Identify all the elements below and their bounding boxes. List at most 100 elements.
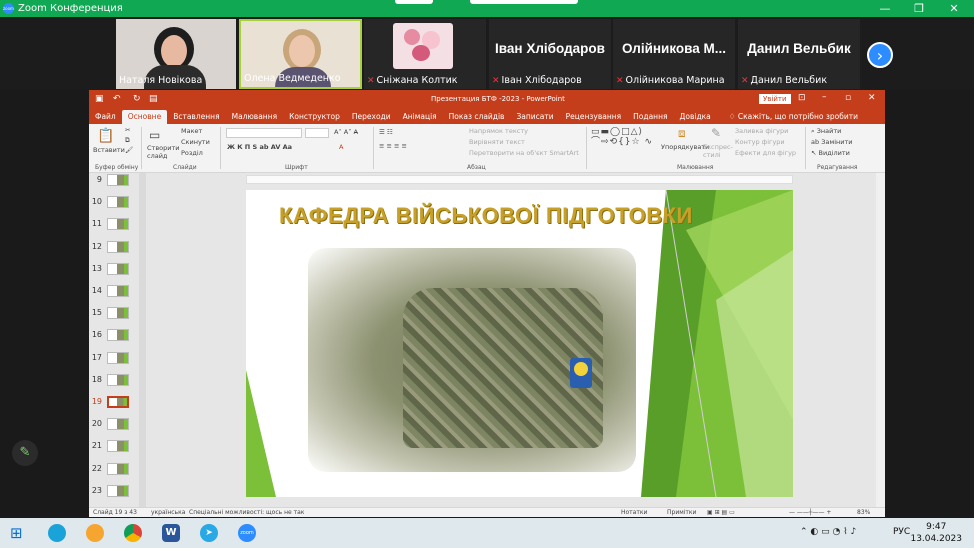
tab-design[interactable]: Конструктор — [283, 110, 346, 124]
tray-icons[interactable]: ⌃ ◐ ▭ ◔ ⌇ ♪ — [800, 527, 856, 537]
tab-insert[interactable]: Вставлення — [167, 110, 225, 124]
tab-draw[interactable]: Малювання — [226, 110, 284, 124]
slide-thumbnail[interactable] — [107, 373, 129, 386]
tab-review[interactable]: Рецензування — [560, 110, 628, 124]
new-slide-icon[interactable]: ▭ — [149, 128, 160, 142]
paste-button[interactable]: Вставити — [93, 146, 125, 154]
participant-tile-active-speaker[interactable]: Олена Ведмеденко — [239, 19, 362, 89]
edge-icon[interactable] — [48, 524, 66, 542]
minimize-button[interactable]: — — [871, 0, 899, 17]
font-color-icon[interactable]: A — [339, 143, 343, 151]
present-icon[interactable]: ▤ — [149, 94, 158, 104]
ppt-close-button[interactable]: ✕ — [868, 93, 876, 103]
tab-view[interactable]: Подання — [627, 110, 673, 124]
font-format-icons[interactable]: Ж К П S ab AV Aa — [227, 143, 292, 151]
slide-scrollbar[interactable] — [876, 173, 885, 507]
participant-tile[interactable]: ✕ Сніжана Колтик — [364, 19, 486, 89]
undo-icon[interactable]: ↶ — [113, 94, 121, 104]
slide-thumbnail[interactable] — [107, 329, 129, 342]
slide-title[interactable]: КАФЕДРА ВІЙСЬКОВОЇ ПІДГОТОВКИ — [279, 203, 693, 229]
accessibility-status[interactable]: Спеціальні можливості: щось не так — [189, 508, 304, 518]
zoom-level[interactable]: 83% — [857, 508, 870, 518]
copy-icon[interactable]: ⧉ — [125, 136, 130, 145]
text-direction-button[interactable]: Напрямок тексту — [469, 127, 528, 135]
ppt-maximize-button[interactable]: ▫ — [845, 93, 851, 103]
comments-button[interactable]: Примітки — [667, 508, 696, 518]
tab-slideshow[interactable]: Показ слайдів — [443, 110, 511, 124]
slide-canvas[interactable]: КАФЕДРА ВІЙСЬКОВОЇ ПІДГОТОВКИ — [246, 190, 793, 497]
find-button[interactable]: ⌕ Знайти — [811, 127, 841, 136]
tell-me-search[interactable]: ♢ Скажіть, що потрібно зробити — [723, 110, 864, 124]
align-icons[interactable]: ≡ ≡ ≡ ≡ — [379, 142, 407, 150]
zoom-app-icon[interactable]: zoom — [238, 524, 256, 542]
shape-fill-button[interactable]: Заливка фігури — [735, 127, 788, 135]
browser-icon[interactable] — [86, 524, 104, 542]
select-button[interactable]: ↖ Виділити — [811, 149, 850, 157]
quick-styles-button[interactable]: Експрес-стилі — [703, 143, 733, 159]
slide-thumbnail[interactable] — [107, 196, 129, 209]
telegram-icon[interactable]: ➤ — [200, 524, 218, 542]
cut-icon[interactable]: ✂ — [125, 126, 130, 134]
tab-file[interactable]: Файл — [89, 110, 122, 124]
slide-thumbnail[interactable] — [107, 351, 129, 364]
input-language[interactable]: РУС — [893, 527, 910, 537]
format-painter-icon[interactable]: 🖌 — [125, 146, 133, 154]
align-text-button[interactable]: Вирівняти текст — [469, 138, 525, 146]
participant-tile[interactable]: Іван Хлібодаров ✕ Іван Хлібодаров — [489, 19, 611, 89]
participant-tile[interactable]: Олійникова М... ✕ Олійникова Марина — [613, 19, 735, 89]
smartart-button[interactable]: Перетворити на об'єкт SmartArt — [469, 149, 579, 157]
bullets-icon[interactable]: ☰ ☷ — [379, 128, 393, 136]
font-size-input[interactable] — [305, 128, 329, 138]
slide-thumbnail[interactable] — [107, 396, 129, 408]
shape-effects-button[interactable]: Ефекти для фігур — [735, 149, 796, 157]
tab-record[interactable]: Записати — [510, 110, 559, 124]
new-slide-button[interactable]: Створити слайд — [147, 144, 181, 160]
ribbon-display-icon[interactable]: ⊡ — [798, 93, 806, 103]
save-icon[interactable]: ▣ — [95, 94, 104, 104]
reset-button[interactable]: Скинути — [181, 138, 210, 146]
notes-button[interactable]: Нотатки — [621, 508, 647, 518]
next-page-button[interactable]: › — [867, 42, 893, 68]
slide-thumbnail[interactable] — [107, 484, 129, 497]
close-button[interactable]: ✕ — [940, 0, 968, 17]
shape-outline-button[interactable]: Контур фігури — [735, 138, 785, 146]
section-button[interactable]: Розділ — [181, 149, 203, 157]
view-tab-indicator[interactable] — [470, 0, 578, 4]
slide-thumbnail[interactable] — [107, 262, 129, 275]
language-indicator[interactable]: українська — [151, 508, 185, 518]
ppt-minimize-button[interactable]: – — [822, 92, 827, 102]
view-buttons[interactable]: ▣ ⊞ ▤ ▭ — [707, 508, 735, 518]
layout-button[interactable]: Макет — [181, 127, 202, 135]
font-grow-shrink-icons[interactable]: A˄ A˅ A̶ — [334, 128, 358, 136]
soldiers-photo[interactable] — [308, 248, 636, 472]
arrange-icon[interactable]: ⧈ — [678, 126, 686, 141]
tab-animations[interactable]: Анімація — [397, 110, 443, 124]
replace-button[interactable]: ab Замінити — [811, 138, 853, 146]
slide-thumbnail[interactable] — [107, 418, 129, 431]
slide-thumbnail[interactable] — [107, 307, 129, 320]
slide-thumbnail[interactable] — [107, 285, 129, 297]
shapes-gallery[interactable]: ▭▬◯□△⟩ ⌒⇨⟲{}☆ ∿ — [591, 127, 653, 147]
maximize-button[interactable]: ❐ — [905, 0, 933, 17]
slide-thumbnail[interactable] — [107, 174, 129, 186]
start-icon[interactable]: ⊞ — [10, 524, 28, 542]
view-tab-indicator[interactable] — [395, 0, 433, 4]
chrome-icon[interactable] — [124, 524, 142, 542]
tab-transitions[interactable]: Переходи — [346, 110, 397, 124]
tab-home[interactable]: Основне — [121, 110, 168, 124]
slide-thumbnail[interactable] — [107, 440, 129, 453]
system-clock[interactable]: 9:47 13.04.2023 — [910, 521, 962, 545]
slide-thumbnail[interactable] — [107, 462, 129, 475]
quick-styles-icon[interactable]: ✎ — [711, 126, 721, 140]
paste-icon[interactable]: 📋 — [97, 128, 114, 144]
slide-thumbnail[interactable] — [107, 218, 129, 231]
slide-thumbnail[interactable] — [107, 240, 129, 253]
word-icon[interactable]: W — [162, 524, 180, 542]
sign-in-button[interactable]: Увійти — [759, 94, 791, 104]
redo-icon[interactable]: ↻ — [133, 94, 141, 104]
font-family-input[interactable] — [226, 128, 302, 138]
zoom-slider[interactable]: — ——┼—— + — [789, 508, 831, 518]
thumbnail-scrollbar[interactable] — [139, 173, 146, 507]
annotate-pencil-icon[interactable]: ✎ — [12, 440, 38, 466]
tab-help[interactable]: Довідка — [674, 110, 717, 124]
